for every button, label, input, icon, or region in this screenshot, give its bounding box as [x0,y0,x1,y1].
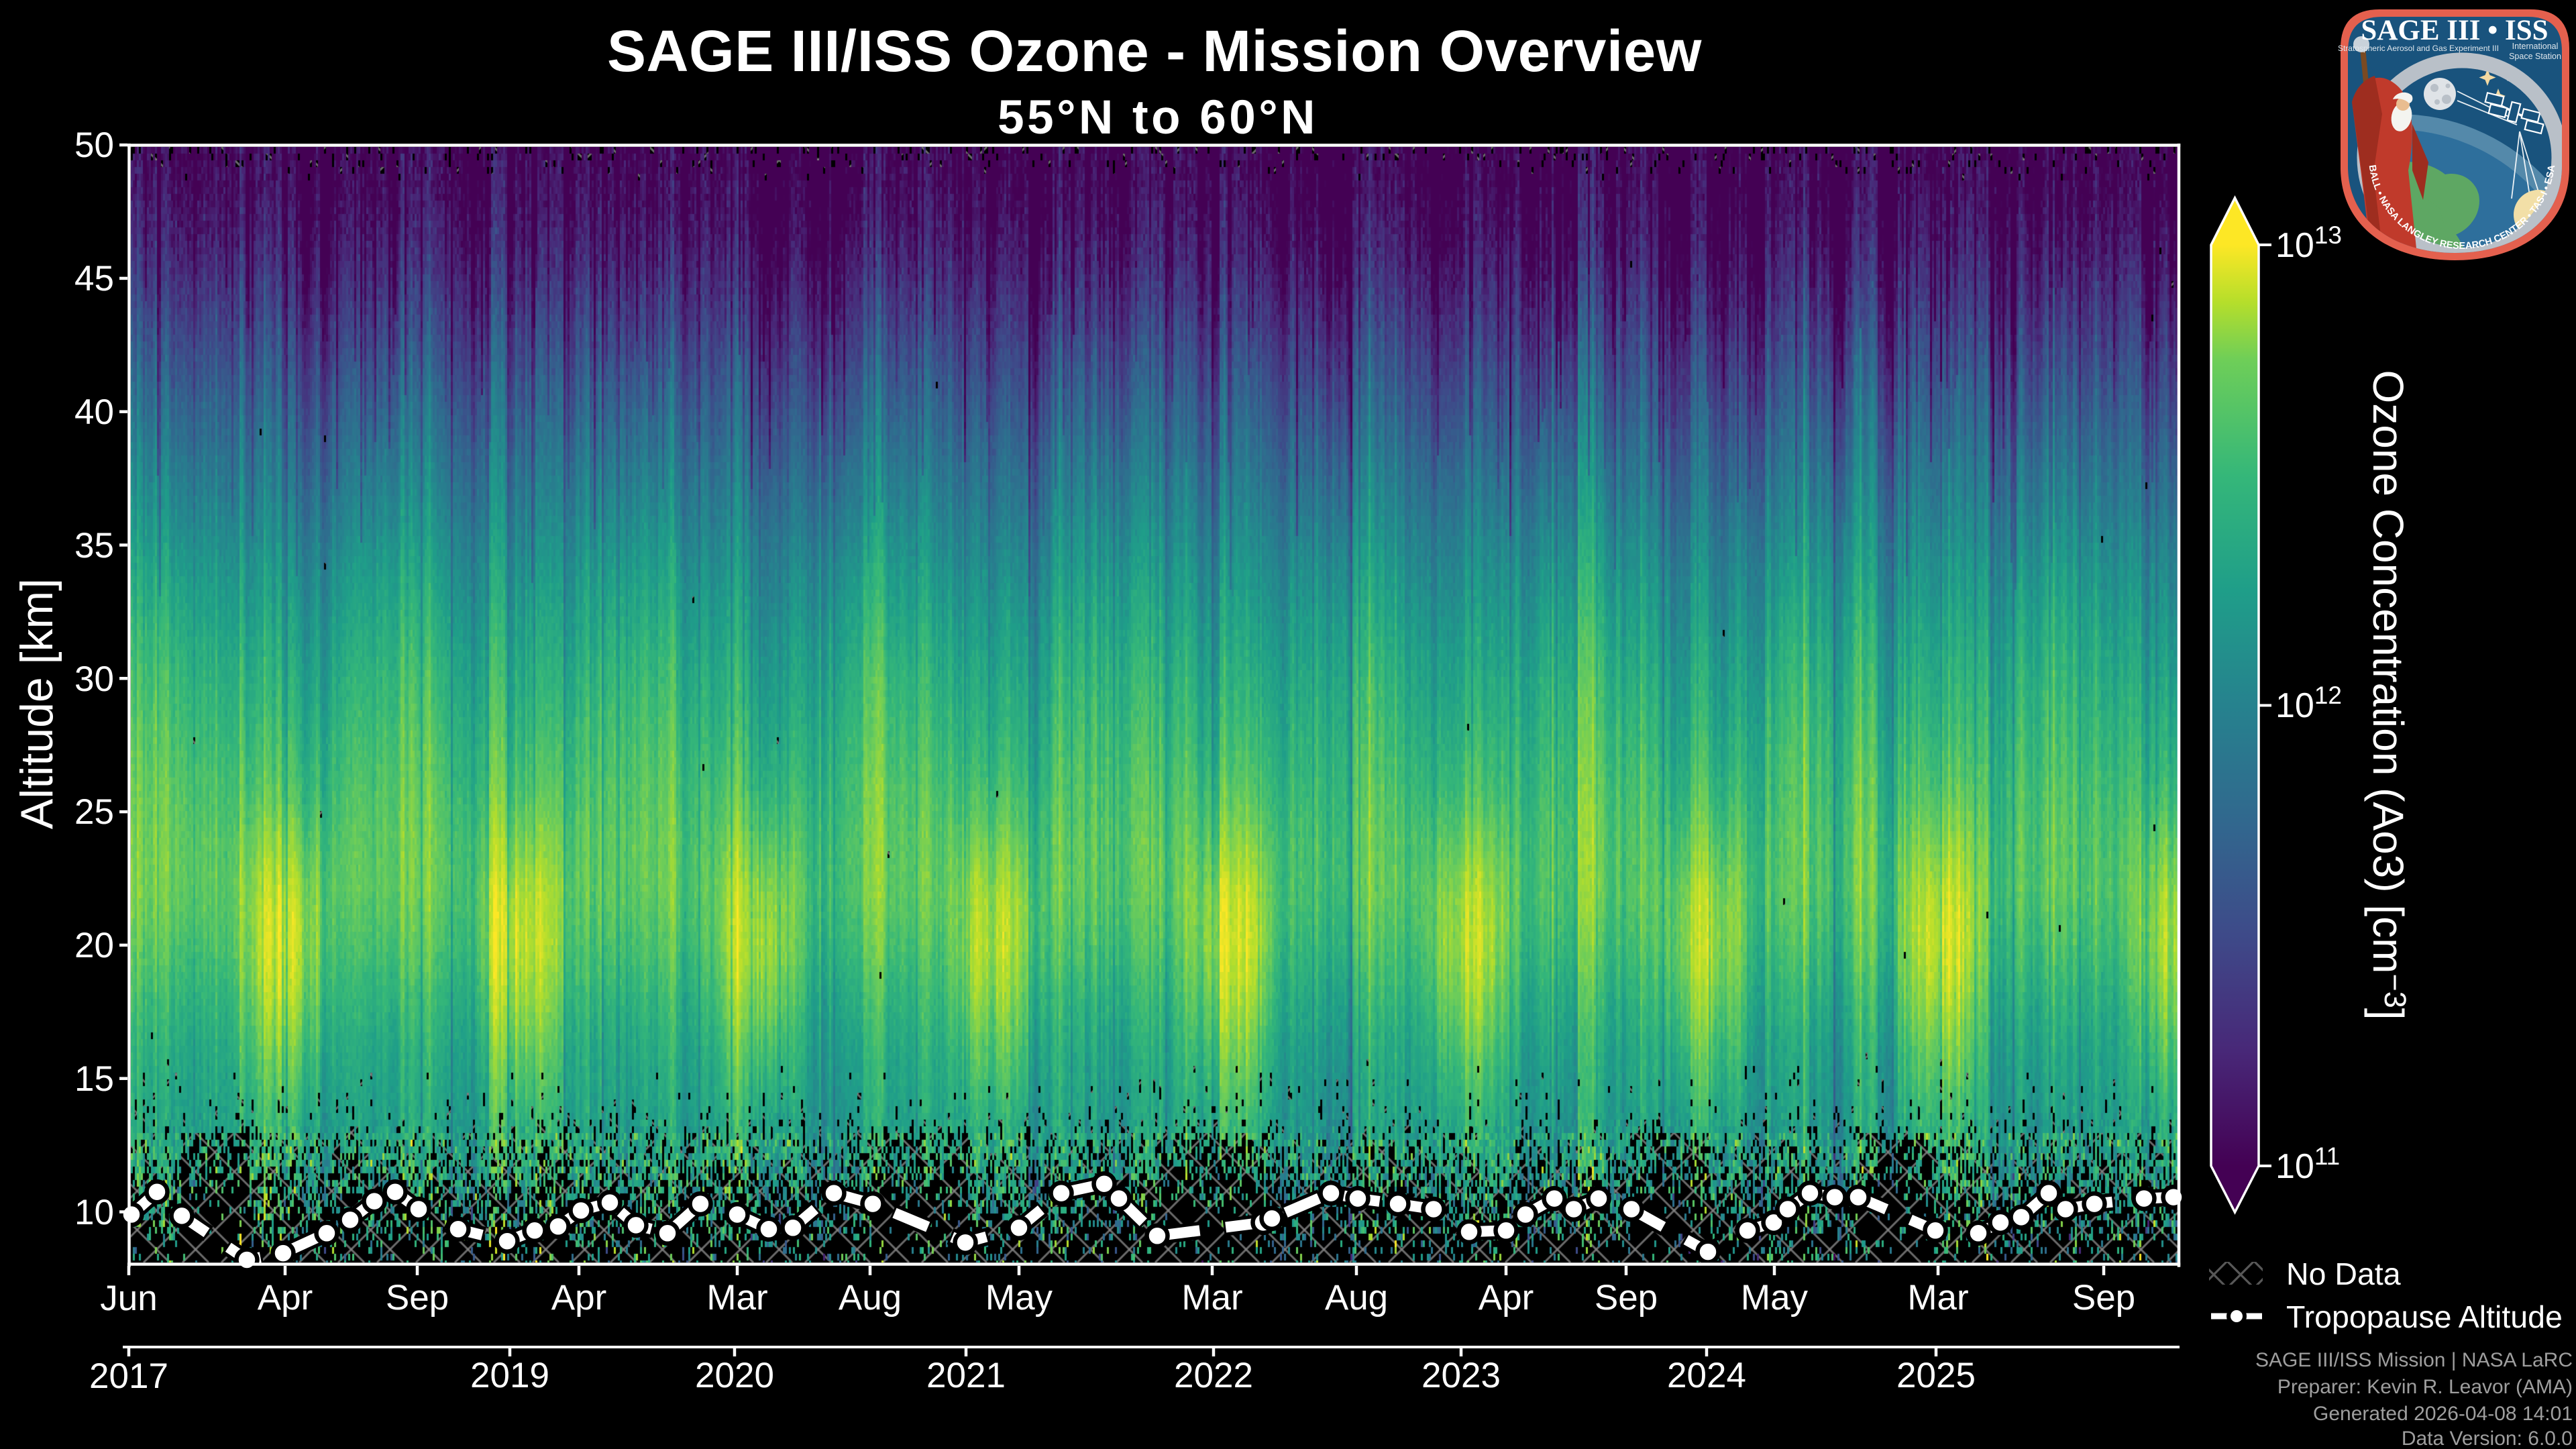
svg-text:Sep: Sep [2072,1278,2135,1318]
svg-text:15: 15 [74,1059,114,1099]
svg-text:2023: 2023 [1421,1356,1501,1395]
svg-text:Sep: Sep [1595,1278,1658,1318]
svg-text:2017: 2017 [89,1356,168,1396]
svg-text:35: 35 [74,526,114,566]
svg-text:10: 10 [74,1193,114,1232]
svg-text:2024: 2024 [1667,1356,1746,1395]
svg-text:Data Version: 6.0.0: Data Version: 6.0.0 [2402,1428,2573,1449]
svg-text:Sep: Sep [386,1278,449,1318]
svg-text:25: 25 [74,792,114,832]
svg-text:Mar: Mar [706,1278,767,1318]
svg-text:Ozone Concentration (Ao3) [cm−: Ozone Concentration (Ao3) [cm−3] [2364,370,2412,1020]
svg-text:Apr: Apr [1479,1278,1534,1318]
svg-text:Apr: Apr [258,1278,313,1318]
svg-text:May: May [1741,1278,1809,1318]
svg-text:1012: 1012 [2275,682,2342,725]
svg-text:International: International [2512,42,2559,51]
svg-text:2021: 2021 [926,1356,1006,1395]
svg-text:40: 40 [74,392,114,432]
svg-text:45: 45 [74,259,114,299]
svg-text:Tropopause Altitude: Tropopause Altitude [2286,1299,2563,1334]
svg-text:May: May [985,1278,1053,1318]
svg-text:Stratospheric Aerosol and Gas: Stratospheric Aerosol and Gas Experiment… [2338,44,2499,53]
svg-text:Preparer: Kevin R. Leavor (AMA: Preparer: Kevin R. Leavor (AMA) [2277,1376,2573,1398]
svg-text:50: 50 [74,125,114,165]
svg-text:2019: 2019 [470,1356,549,1395]
svg-text:2022: 2022 [1174,1356,1253,1395]
svg-text:No Data: No Data [2286,1256,2401,1291]
svg-text:30: 30 [74,659,114,699]
svg-text:Apr: Apr [551,1278,606,1318]
svg-text:Aug: Aug [839,1278,902,1318]
svg-text:Aug: Aug [1325,1278,1388,1318]
svg-text:Space Station: Space Station [2509,52,2561,61]
svg-text:55°N to 60°N: 55°N to 60°N [998,91,1318,144]
svg-text:SAGE III/ISS Mission | NASA La: SAGE III/ISS Mission | NASA LaRC [2255,1349,2573,1371]
svg-text:Jun: Jun [100,1279,157,1318]
svg-text:1011: 1011 [2275,1142,2340,1186]
svg-text:Mar: Mar [1907,1278,1968,1318]
svg-text:20: 20 [74,926,114,965]
svg-text:Altitude [km]: Altitude [km] [11,578,62,829]
svg-text:Mar: Mar [1181,1278,1242,1318]
svg-text:Generated 2026-04-08 14:01: Generated 2026-04-08 14:01 [2313,1403,2573,1425]
svg-text:2025: 2025 [1896,1356,1976,1395]
svg-text:1013: 1013 [2275,221,2342,265]
svg-text:SAGE III/ISS Ozone - Mission O: SAGE III/ISS Ozone - Mission Overview [607,19,1702,84]
svg-text:2020: 2020 [695,1356,774,1395]
